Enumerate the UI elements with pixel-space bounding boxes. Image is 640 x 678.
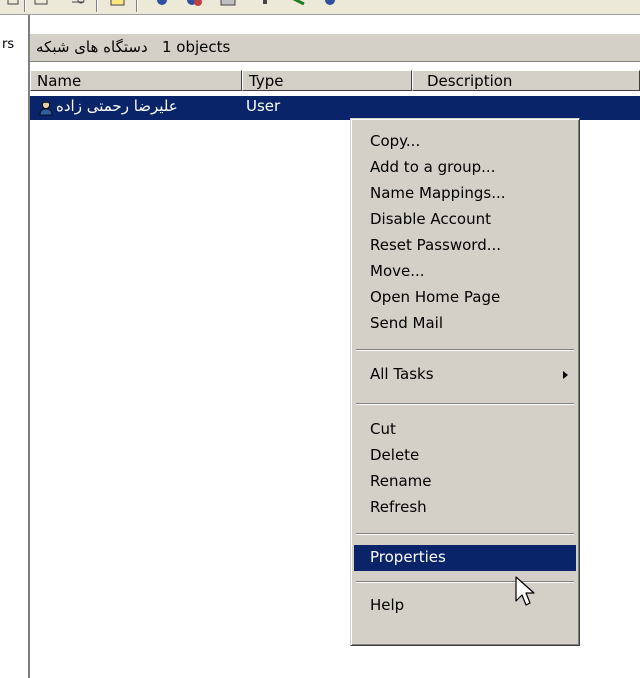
- menu-separator: [356, 581, 574, 583]
- menu-item-properties[interactable]: Properties: [354, 545, 576, 571]
- toolbar-icon-10[interactable]: [322, 0, 338, 10]
- toolbar-icon-3[interactable]: [70, 0, 86, 10]
- toolbar-icon-4[interactable]: [110, 0, 126, 10]
- results-title: دستگاه های شبکه 1 objects: [36, 38, 230, 56]
- toolbar-icon-7[interactable]: [220, 0, 236, 10]
- menu-item-move[interactable]: Move...: [354, 259, 576, 285]
- menu-item-add-to-group[interactable]: Add to a group...: [354, 155, 576, 181]
- toolbar-separator: [136, 0, 138, 12]
- menu-item-rename[interactable]: Rename: [354, 469, 576, 495]
- menu-item-refresh[interactable]: Refresh: [354, 495, 576, 521]
- menu-item-reset-password[interactable]: Reset Password...: [354, 233, 576, 259]
- tree-pane-edge: rs: [0, 15, 30, 678]
- mouse-pointer-icon: [515, 576, 535, 606]
- user-icon: [39, 101, 53, 116]
- menu-separator: [356, 403, 574, 405]
- column-header-name[interactable]: Name: [30, 70, 242, 91]
- menu-separator: [356, 349, 574, 351]
- menu-item-delete[interactable]: Delete: [354, 443, 576, 469]
- table-row[interactable]: علیرضا رحمتی زاده User: [30, 96, 640, 120]
- results-header: دستگاه های شبکه 1 objects: [30, 34, 640, 62]
- toolbar-icon-8[interactable]: [258, 0, 274, 10]
- context-menu: Copy... Add to a group... Name Mappings.…: [350, 118, 580, 646]
- toolbar-separator: [24, 0, 26, 12]
- row-name: علیرضا رحمتی زاده: [56, 97, 178, 115]
- toolbar-icon-9[interactable]: [290, 0, 306, 10]
- menu-item-name-mappings[interactable]: Name Mappings...: [354, 181, 576, 207]
- menu-separator: [356, 533, 574, 535]
- container-name: دستگاه های شبکه: [36, 38, 148, 56]
- menu-item-send-mail[interactable]: Send Mail: [354, 311, 576, 337]
- column-header-description[interactable]: Description: [412, 70, 640, 91]
- toolbar-icon-2[interactable]: [34, 0, 50, 10]
- menu-item-open-home-page[interactable]: Open Home Page: [354, 285, 576, 311]
- toolbar-icon-6[interactable]: [186, 0, 202, 10]
- toolbar: [0, 0, 640, 15]
- column-headers: Name Type Description: [30, 70, 640, 92]
- submenu-arrow-icon: [563, 371, 568, 379]
- menu-item-all-tasks[interactable]: All Tasks: [354, 362, 576, 388]
- row-type: User: [246, 97, 281, 115]
- toolbar-icon-1[interactable]: [6, 0, 22, 10]
- tree-text-fragment: rs: [2, 37, 15, 52]
- menu-item-disable-account[interactable]: Disable Account: [354, 207, 576, 233]
- toolbar-icon-5[interactable]: [154, 0, 170, 10]
- object-count: 1 objects: [161, 38, 231, 56]
- menu-item-copy[interactable]: Copy...: [354, 129, 576, 155]
- menu-item-cut[interactable]: Cut: [354, 417, 576, 443]
- menu-item-help[interactable]: Help: [354, 593, 576, 619]
- column-header-type[interactable]: Type: [242, 70, 412, 91]
- toolbar-separator: [96, 0, 98, 12]
